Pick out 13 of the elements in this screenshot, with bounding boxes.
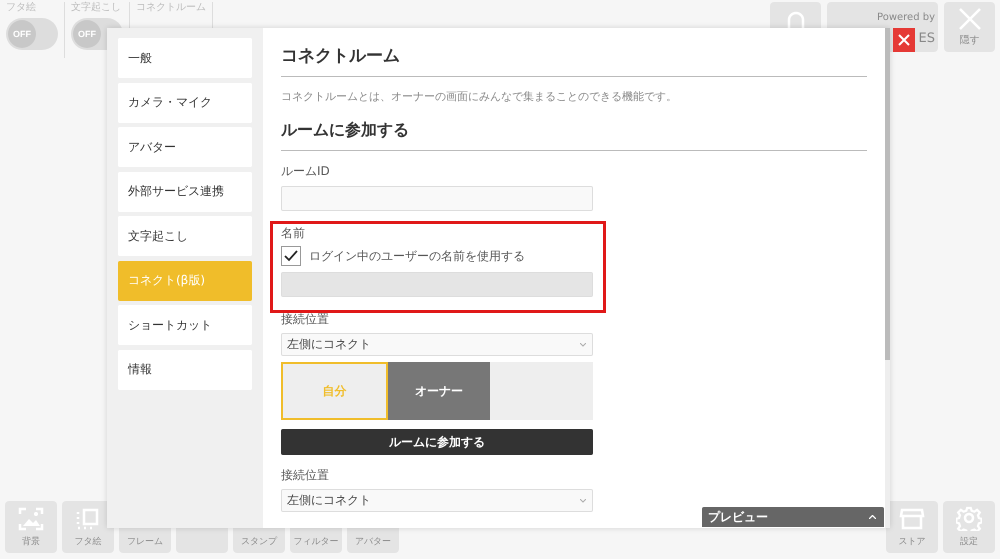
description-text: コネクトルームとは、オーナーの画面にみんなで集まることのできる機能です。: [281, 89, 677, 104]
field-label: 名前: [281, 225, 305, 242]
field-label: 接続位置: [281, 311, 329, 328]
field-label: ルームID: [281, 163, 330, 180]
brand-label: ES: [918, 31, 935, 46]
toggle-label: 文字起こし: [71, 2, 122, 14]
powered-by-label: Powered by: [877, 12, 935, 23]
section-heading: ルームに参加する: [281, 118, 867, 151]
toggle-label: フタ絵: [6, 2, 37, 14]
checkbox-label: ログイン中のユーザーの名前を使用する: [309, 248, 525, 264]
dialog-title: コネクトルーム: [281, 40, 867, 77]
section-label: コネクトルーム: [136, 2, 206, 14]
field-label: 接続位置: [281, 467, 329, 484]
